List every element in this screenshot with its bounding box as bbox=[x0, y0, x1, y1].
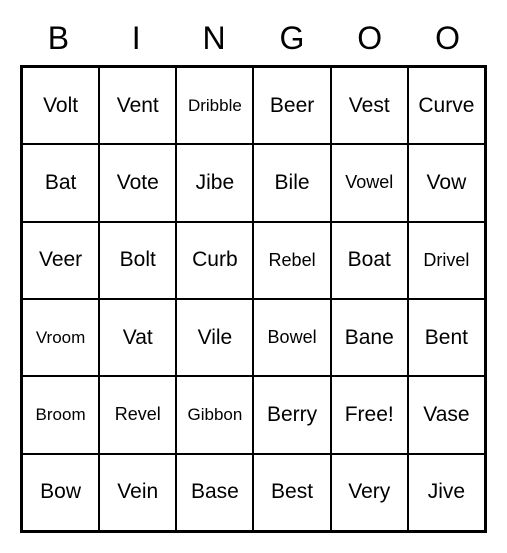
bingo-cell[interactable]: Revel bbox=[99, 376, 176, 453]
bingo-cell[interactable]: Bat bbox=[22, 144, 99, 221]
bingo-cell[interactable]: Berry bbox=[253, 376, 330, 453]
bingo-cell[interactable]: Bowel bbox=[253, 299, 330, 376]
bingo-cell[interactable]: Best bbox=[253, 454, 330, 531]
bingo-card: B I N G O O Volt Vent Dribble Beer Vest … bbox=[20, 20, 487, 533]
header-letter: B bbox=[20, 20, 98, 57]
bingo-cell[interactable]: Rebel bbox=[253, 222, 330, 299]
bingo-cell[interactable]: Bane bbox=[331, 299, 408, 376]
header-letter: I bbox=[98, 20, 176, 57]
bingo-cell[interactable]: Vroom bbox=[22, 299, 99, 376]
bingo-cell[interactable]: Vein bbox=[99, 454, 176, 531]
bingo-cell[interactable]: Curb bbox=[176, 222, 253, 299]
bingo-cell[interactable]: Vowel bbox=[331, 144, 408, 221]
bingo-cell[interactable]: Base bbox=[176, 454, 253, 531]
header-letter: O bbox=[409, 20, 487, 57]
bingo-cell[interactable]: Vase bbox=[408, 376, 485, 453]
bingo-cell[interactable]: Jive bbox=[408, 454, 485, 531]
bingo-cell[interactable]: Gibbon bbox=[176, 376, 253, 453]
bingo-cell[interactable]: Broom bbox=[22, 376, 99, 453]
header-letter: O bbox=[331, 20, 409, 57]
bingo-cell[interactable]: Vow bbox=[408, 144, 485, 221]
bingo-header-row: B I N G O O bbox=[20, 20, 487, 57]
bingo-cell[interactable]: Bolt bbox=[99, 222, 176, 299]
bingo-cell[interactable]: Bow bbox=[22, 454, 99, 531]
bingo-cell[interactable]: Veer bbox=[22, 222, 99, 299]
bingo-cell[interactable]: Vile bbox=[176, 299, 253, 376]
bingo-cell[interactable]: Drivel bbox=[408, 222, 485, 299]
bingo-cell[interactable]: Bile bbox=[253, 144, 330, 221]
bingo-grid: Volt Vent Dribble Beer Vest Curve Bat Vo… bbox=[20, 65, 487, 533]
header-letter: N bbox=[176, 20, 254, 57]
bingo-cell[interactable]: Boat bbox=[331, 222, 408, 299]
bingo-cell[interactable]: Dribble bbox=[176, 67, 253, 144]
bingo-cell[interactable]: Vent bbox=[99, 67, 176, 144]
bingo-cell[interactable]: Jibe bbox=[176, 144, 253, 221]
header-letter: G bbox=[253, 20, 331, 57]
bingo-cell[interactable]: Vat bbox=[99, 299, 176, 376]
bingo-cell[interactable]: Vote bbox=[99, 144, 176, 221]
bingo-cell[interactable]: Curve bbox=[408, 67, 485, 144]
bingo-cell[interactable]: Vest bbox=[331, 67, 408, 144]
bingo-cell[interactable]: Volt bbox=[22, 67, 99, 144]
bingo-cell[interactable]: Free! bbox=[331, 376, 408, 453]
bingo-cell[interactable]: Bent bbox=[408, 299, 485, 376]
bingo-cell[interactable]: Beer bbox=[253, 67, 330, 144]
bingo-cell[interactable]: Very bbox=[331, 454, 408, 531]
